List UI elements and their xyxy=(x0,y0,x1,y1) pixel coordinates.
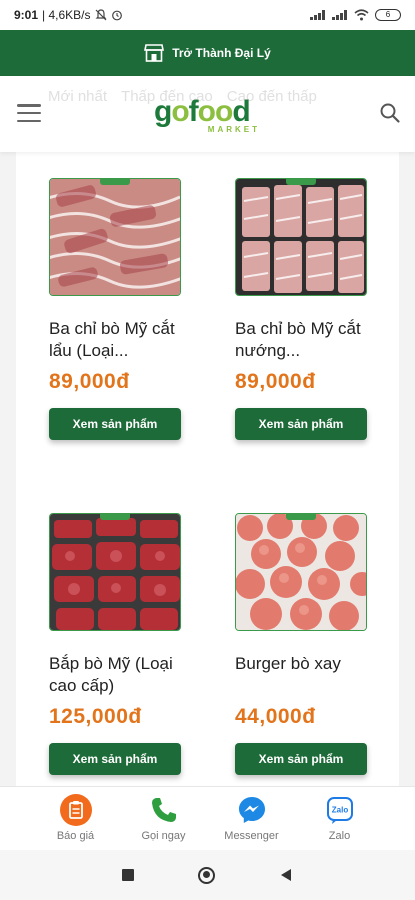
quote-button[interactable]: Báo giá xyxy=(38,793,114,850)
product-price: 89,000đ xyxy=(235,370,316,393)
battery-icon: 6 xyxy=(375,9,401,21)
signal-icon-2 xyxy=(332,10,348,20)
status-network-speed: | 4,6KB/s xyxy=(42,8,91,22)
product-card[interactable]: Ba chỉ bò Mỹ cắt lẩu (Loại... 89,000đ xyxy=(49,178,209,394)
product-card[interactable]: Ba chỉ bò Mỹ cắt nướng... 89,000đ xyxy=(235,178,395,394)
product-price: 89,000đ xyxy=(49,370,130,393)
gofood-tag xyxy=(286,514,316,520)
product-image-beef-plate-hotpot[interactable] xyxy=(49,178,181,296)
view-product-button[interactable]: Xem sản phẩm xyxy=(235,408,367,440)
product-price: 125,000đ xyxy=(49,705,142,728)
product-name[interactable]: Ba chỉ bò Mỹ cắt lẩu (Loại... xyxy=(49,318,199,362)
logo-text: gofood xyxy=(154,95,251,128)
product-image-beef-plate-grill[interactable] xyxy=(235,178,367,296)
mute-icon xyxy=(95,9,106,21)
android-nav-bar xyxy=(0,850,415,900)
product-price: 44,000đ xyxy=(235,705,316,728)
product-card[interactable]: Bắp bò Mỹ (Loại cao cấp) 125,000đ xyxy=(49,513,209,729)
call-now-button[interactable]: Gọi ngay xyxy=(126,793,202,850)
zalo-label: Zalo xyxy=(328,830,351,842)
view-product-button[interactable]: Xem sản phẩm xyxy=(235,743,367,775)
app-header: Mới nhất Thấp đến cao Cao đến thấp gofoo… xyxy=(0,76,415,152)
gofood-tag xyxy=(100,179,130,185)
zalo-button[interactable]: Zalo Zalo xyxy=(302,793,378,850)
product-grid: Ba chỉ bò Mỹ cắt lẩu (Loại... 89,000đ Xe… xyxy=(16,152,399,786)
status-time: 9:01 xyxy=(14,8,39,22)
product-name[interactable]: Burger bò xay xyxy=(235,653,385,697)
signal-icon xyxy=(310,10,326,20)
messenger-icon xyxy=(235,793,269,827)
phone-icon xyxy=(147,793,181,827)
wifi-icon xyxy=(354,9,369,21)
product-image-burger-patty[interactable] xyxy=(235,513,367,631)
product-card[interactable]: Burger bò xay 44,000đ xyxy=(235,513,395,729)
gofood-logo[interactable]: gofood MARKET xyxy=(154,95,262,142)
svg-text:Zalo: Zalo xyxy=(331,806,348,815)
status-bar: 9:01 | 4,6KB/s 6 xyxy=(0,0,415,30)
product-image-beef-shank[interactable] xyxy=(49,513,181,631)
messenger-label: Messenger xyxy=(224,830,279,842)
become-agent-banner[interactable]: Trở Thành Đại Lý xyxy=(0,30,415,76)
messenger-button[interactable]: Messenger xyxy=(214,793,290,850)
store-icon xyxy=(144,44,165,62)
product-name[interactable]: Ba chỉ bò Mỹ cắt nướng... xyxy=(235,318,385,362)
recent-apps-icon[interactable] xyxy=(122,869,134,881)
home-icon[interactable] xyxy=(198,866,215,884)
contact-bar: Báo giá Gọi ngay Messenger Zalo Zalo xyxy=(0,786,415,850)
quote-label: Báo giá xyxy=(56,830,95,842)
gofood-tag xyxy=(100,514,130,520)
menu-icon[interactable] xyxy=(17,104,41,122)
gofood-tag xyxy=(286,179,316,185)
clipboard-icon xyxy=(59,793,93,827)
call-now-label: Gọi ngay xyxy=(141,830,186,842)
product-name[interactable]: Bắp bò Mỹ (Loại cao cấp) xyxy=(49,653,199,697)
search-icon[interactable] xyxy=(379,102,401,124)
view-product-button[interactable]: Xem sản phẩm xyxy=(49,408,181,440)
sort-tab-newest[interactable]: Mới nhất xyxy=(48,88,107,105)
back-icon[interactable] xyxy=(279,868,293,882)
become-agent-label: Trở Thành Đại Lý xyxy=(172,46,271,60)
zalo-icon: Zalo xyxy=(323,793,357,827)
alarm-icon xyxy=(111,10,122,21)
view-product-button[interactable]: Xem sản phẩm xyxy=(49,743,181,775)
